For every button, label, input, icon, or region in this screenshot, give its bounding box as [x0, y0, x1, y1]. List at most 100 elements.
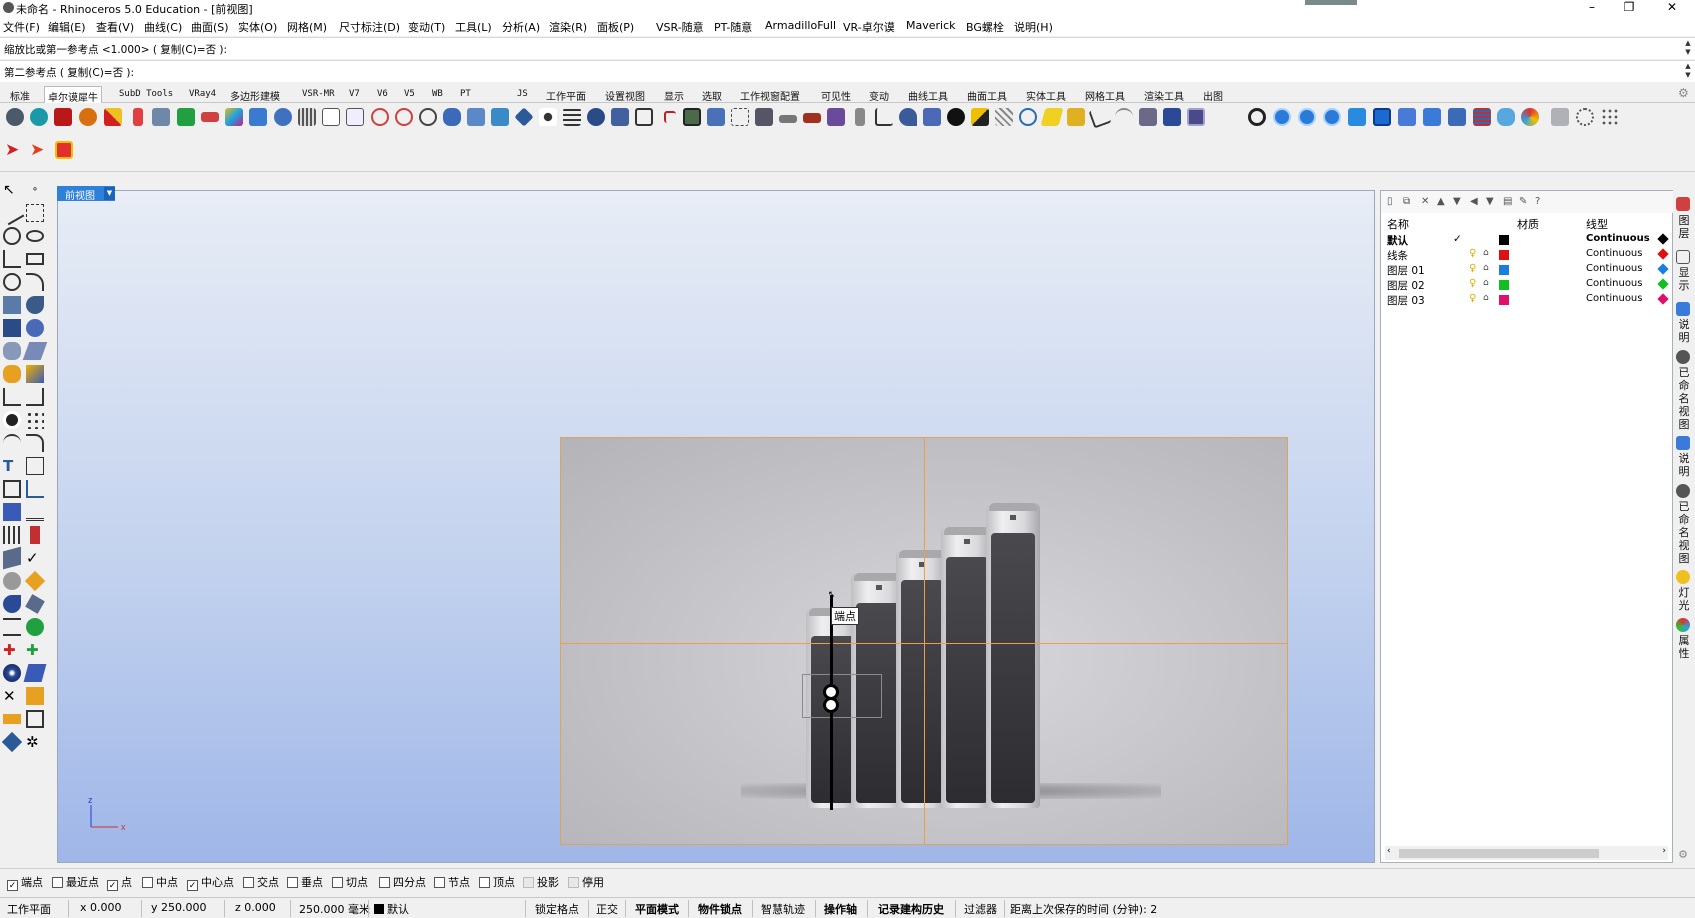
- layer-color-swatch[interactable]: [1499, 235, 1509, 245]
- section-icon[interactable]: [3, 618, 21, 636]
- scroll-thumb[interactable]: [1399, 849, 1599, 858]
- menu-curve[interactable]: 曲线(C): [144, 19, 182, 35]
- help-tab-icon-2[interactable]: [1676, 436, 1690, 450]
- gear-black-icon[interactable]: [1248, 108, 1266, 126]
- render-sphere-3-icon[interactable]: [1323, 108, 1341, 126]
- menu-panels[interactable]: 面板(P): [597, 19, 634, 35]
- delete-layer-icon[interactable]: ✕: [1421, 196, 1432, 207]
- minimize-button[interactable]: –: [1575, 0, 1609, 16]
- lightbulb-icon[interactable]: ♀: [1469, 293, 1476, 304]
- rotate-icon[interactable]: [419, 108, 437, 126]
- status-layer-label[interactable]: 默认: [387, 903, 409, 916]
- sheet-icon[interactable]: [3, 546, 21, 570]
- menu-armadillo[interactable]: ArmadilloFull: [765, 19, 836, 32]
- cylinder-icon[interactable]: [152, 108, 170, 126]
- new-sublayer-icon[interactable]: ⧉: [1403, 196, 1414, 207]
- osnap-disable[interactable]: 停用: [568, 874, 604, 890]
- menu-vsr[interactable]: VSR-随意: [656, 19, 704, 35]
- osnap-perp[interactable]: 垂点: [287, 874, 323, 890]
- current-layer-check[interactable]: ✓: [1453, 233, 1462, 245]
- status-history[interactable]: 记录建构历史: [878, 901, 944, 917]
- scroll-right-icon[interactable]: ›: [1662, 846, 1666, 856]
- red-box-icon[interactable]: [54, 108, 72, 126]
- osnap-center-checkbox[interactable]: ✓: [187, 880, 198, 891]
- tab-display[interactable]: 显示: [664, 88, 684, 103]
- sculpt-icon[interactable]: [25, 594, 45, 614]
- layout-icon[interactable]: [3, 714, 21, 724]
- cube-icon[interactable]: [611, 108, 629, 126]
- history-scroll-icon[interactable]: ▲ ▼: [1683, 39, 1693, 59]
- viewport-tab[interactable]: 前视图 ▼: [57, 186, 115, 202]
- layer-color-swatch[interactable]: [1499, 295, 1509, 305]
- shield-icon[interactable]: [1551, 108, 1569, 126]
- box-icon[interactable]: [3, 319, 21, 337]
- properties-tab-icon[interactable]: [1676, 618, 1690, 632]
- ellipse-icon[interactable]: [26, 230, 44, 242]
- tab-wb[interactable]: WB: [432, 89, 443, 99]
- lightbulb-icon[interactable]: ♀: [1469, 248, 1476, 259]
- osnap-disable-label[interactable]: 停用: [582, 876, 604, 889]
- wave-icon[interactable]: [3, 595, 21, 613]
- tab-subd-tools[interactable]: SubD Tools: [119, 89, 173, 99]
- save-icon[interactable]: [26, 710, 44, 728]
- gear-shape-icon[interactable]: [443, 108, 461, 126]
- point-icon[interactable]: ∘: [26, 181, 44, 199]
- layer-linetype[interactable]: Continuous: [1586, 248, 1642, 259]
- layer-name[interactable]: 线条: [1387, 248, 1408, 263]
- axis-icon[interactable]: [664, 111, 676, 123]
- split-icon[interactable]: ✚: [3, 641, 21, 659]
- plane-icon[interactable]: [707, 108, 725, 126]
- tab-set-view[interactable]: 设置视图: [605, 88, 645, 103]
- dimension-2-icon[interactable]: [26, 388, 44, 406]
- window-blue-icon[interactable]: [1398, 108, 1416, 126]
- osnap-project[interactable]: 投影: [523, 874, 559, 890]
- drill-icon[interactable]: [755, 108, 773, 126]
- tab-v7[interactable]: V7: [349, 89, 360, 99]
- loft-icon[interactable]: [274, 108, 292, 126]
- bend-line-icon[interactable]: [1088, 105, 1112, 129]
- osnap-point-label[interactable]: 点: [121, 876, 132, 889]
- bone-icon[interactable]: [1139, 108, 1157, 126]
- help-tab-icon[interactable]: [1676, 302, 1690, 316]
- tab-visibility[interactable]: 可见性: [821, 88, 851, 103]
- status-smarttrack[interactable]: 智慧轨迹: [761, 901, 805, 917]
- mail-icon[interactable]: [55, 141, 73, 159]
- arc-icon[interactable]: [1115, 108, 1133, 126]
- move-parent-icon[interactable]: ◀: [1470, 196, 1481, 207]
- status-grid-snap[interactable]: 锁定格点: [535, 901, 579, 917]
- osnap-mid-checkbox[interactable]: [142, 877, 153, 888]
- reference-image[interactable]: [560, 437, 1288, 845]
- tab-render-tools[interactable]: 渲染工具: [1144, 88, 1184, 103]
- moon-tool-icon[interactable]: [6, 108, 24, 126]
- frame-icon[interactable]: [322, 108, 340, 126]
- yellow-panel-icon[interactable]: [1040, 108, 1064, 126]
- tab-named-views-1[interactable]: 已命名视图: [1676, 366, 1692, 431]
- print-color-icon[interactable]: [1657, 248, 1669, 260]
- cube-wire-icon[interactable]: [1187, 108, 1205, 126]
- osnap-point-checkbox[interactable]: ✓: [107, 880, 118, 891]
- bubbles-icon[interactable]: [26, 411, 44, 429]
- drop-icon[interactable]: [3, 411, 21, 429]
- layer-linetype[interactable]: Continuous: [1586, 233, 1650, 244]
- tab-surface-tools[interactable]: 曲面工具: [967, 88, 1007, 103]
- grid-icon[interactable]: [298, 108, 316, 126]
- sphere-tool-icon[interactable]: [30, 108, 48, 126]
- osnap-knot-label[interactable]: 节点: [448, 876, 470, 889]
- menu-file[interactable]: 文件(F): [3, 19, 40, 35]
- text-icon[interactable]: T: [3, 457, 21, 475]
- gear-orange-icon[interactable]: [3, 365, 21, 383]
- menu-edit[interactable]: 编辑(E): [48, 19, 86, 35]
- help-icon[interactable]: ?: [1535, 196, 1546, 207]
- osnap-vertex-label[interactable]: 顶点: [493, 876, 515, 889]
- osnap-project-checkbox[interactable]: [523, 877, 534, 888]
- yellow-black-icon[interactable]: [971, 108, 989, 126]
- osnap-mid-label[interactable]: 中点: [156, 876, 178, 889]
- unlock-icon[interactable]: ⌂: [1483, 248, 1489, 258]
- column-linetype-header[interactable]: 线型: [1586, 216, 1608, 232]
- checker-icon[interactable]: [104, 108, 122, 126]
- menu-view[interactable]: 查看(V): [96, 19, 134, 35]
- tab-layout[interactable]: 出图: [1203, 88, 1223, 103]
- flag-icon[interactable]: [23, 664, 47, 682]
- align-icon[interactable]: ✚: [26, 641, 44, 659]
- pen-icon[interactable]: [24, 570, 46, 592]
